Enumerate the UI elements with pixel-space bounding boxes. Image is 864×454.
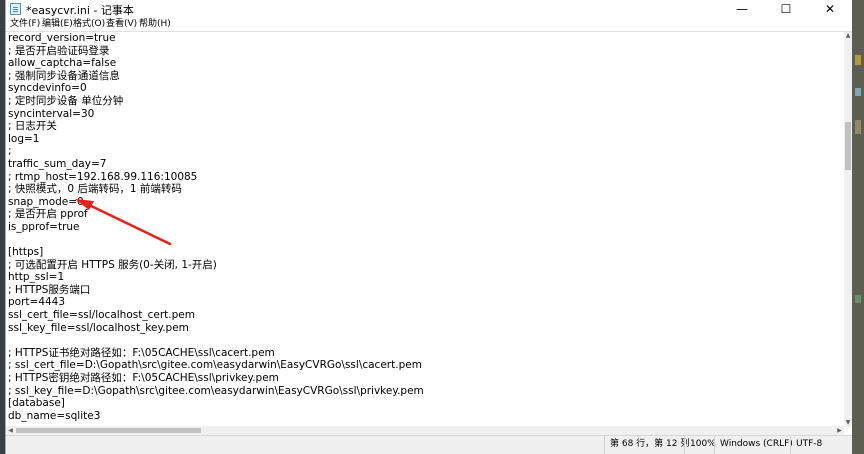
text-line[interactable]: ; 强制同步设备通道信息 <box>8 70 840 83</box>
vertical-scrollbar[interactable]: ▲ ▼ <box>844 32 852 427</box>
text-content[interactable]: record_version=true; 是否开启验证码登录 allow_capt… <box>8 32 840 427</box>
scroll-left-icon[interactable]: ◀ <box>6 426 15 435</box>
horizontal-scroll-thumb[interactable] <box>16 428 201 433</box>
text-line[interactable]: ssl_key_file=ssl/localhost_key.pem <box>8 322 840 335</box>
scroll-up-icon[interactable]: ▲ <box>844 32 852 40</box>
text-line[interactable]: ; 日志开关 <box>8 120 840 133</box>
desktop-fragment <box>855 295 861 303</box>
text-line[interactable]: ; 是否开启 pprof <box>8 208 840 221</box>
scroll-right-icon[interactable]: ▶ <box>835 426 844 435</box>
horizontal-scrollbar[interactable]: ◀ ▶ <box>6 426 844 435</box>
menu-format[interactable]: 格式(O) <box>73 18 105 31</box>
desktop-fragment <box>855 55 861 65</box>
text-line[interactable] <box>8 234 840 247</box>
menu-file[interactable]: 文件(F) <box>10 18 40 31</box>
minimize-button[interactable]: — <box>720 0 764 18</box>
text-line[interactable]: traffic_sum_day=7 <box>8 158 840 171</box>
text-line[interactable]: port=4443 <box>8 296 840 309</box>
text-line[interactable]: ; HTTPS服务端口 <box>8 284 840 297</box>
text-line[interactable]: [database] <box>8 397 840 410</box>
notepad-icon[interactable] <box>10 3 21 15</box>
text-line[interactable]: [https] <box>8 246 840 259</box>
status-encoding: UTF-8 <box>790 436 852 454</box>
vertical-scroll-thumb[interactable] <box>845 122 851 170</box>
status-bar: 第 68 行，第 12 列 100% Windows (CRLF) UTF-8 <box>6 435 852 454</box>
menu-edit[interactable]: 编辑(E) <box>42 18 73 31</box>
text-line[interactable]: ; ssl_key_file=D:\Gopath\src\gitee.com\e… <box>8 385 840 398</box>
desktop-fragment <box>855 88 861 96</box>
notepad-window: *easycvr.ini - 记事本 — ☐ ✕ 文件(F) 编辑(E) 格式(… <box>5 0 852 454</box>
close-button[interactable]: ✕ <box>808 0 852 18</box>
text-line[interactable]: ; 定时同步设备 单位分钟 <box>8 95 840 108</box>
status-cursor-position: 第 68 行，第 12 列 <box>604 436 689 454</box>
window-title: *easycvr.ini - 记事本 <box>26 4 134 17</box>
text-line[interactable] <box>8 334 840 347</box>
menu-help[interactable]: 帮助(H) <box>139 18 171 31</box>
text-line[interactable]: ; 快照模式，0 后端转码，1 前端转码 <box>8 183 840 196</box>
text-line[interactable]: ; HTTPS证书绝对路径如：F:\05CACHE\ssl\cacert.pem <box>8 347 840 360</box>
text-line[interactable]: ; 可选配置开启 HTTPS 服务(0-关闭, 1-开启) <box>8 259 840 272</box>
text-line[interactable]: ; HTTPS密钥绝对路径如：F:\05CACHE\ssl\privkey.pe… <box>8 372 840 385</box>
menu-view[interactable]: 查看(V) <box>106 18 137 31</box>
text-line[interactable]: ; <box>8 145 840 158</box>
text-line[interactable]: allow_captcha=false <box>8 57 840 70</box>
text-line[interactable]: syncinterval=30 <box>8 108 840 121</box>
text-line[interactable]: snap_mode=0 <box>8 196 840 209</box>
text-editor[interactable]: record_version=true; 是否开启验证码登录 allow_capt… <box>6 31 852 427</box>
maximize-button[interactable]: ☐ <box>764 0 808 18</box>
text-line[interactable]: ; 是否开启验证码登录 <box>8 45 840 58</box>
desktop-fragment <box>855 120 861 134</box>
status-line-ending: Windows (CRLF) <box>714 436 793 454</box>
text-line[interactable]: is_pprof=true <box>8 221 840 234</box>
text-line[interactable]: ssl_cert_file=ssl/localhost_cert.pem <box>8 309 840 322</box>
text-line[interactable]: ; ssl_cert_file=D:\Gopath\src\gitee.com\… <box>8 359 840 372</box>
text-line[interactable]: record_version=true <box>8 32 840 45</box>
menu-bar: 文件(F) 编辑(E) 格式(O) 查看(V) 帮助(H) <box>6 18 852 31</box>
status-zoom: 100% <box>684 436 716 454</box>
text-line[interactable]: log=1 <box>8 133 840 146</box>
text-line[interactable]: http_ssl=1 <box>8 271 840 284</box>
scroll-down-icon[interactable]: ▼ <box>844 419 852 427</box>
text-line[interactable]: db_name=sqlite3 <box>8 410 840 423</box>
title-bar[interactable]: *easycvr.ini - 记事本 — ☐ ✕ <box>6 0 852 18</box>
text-line[interactable]: syncdevinfo=0 <box>8 82 840 95</box>
desktop-right-edge <box>852 0 864 454</box>
text-line[interactable]: ; rtmp_host=192.168.99.116:10085 <box>8 171 840 184</box>
